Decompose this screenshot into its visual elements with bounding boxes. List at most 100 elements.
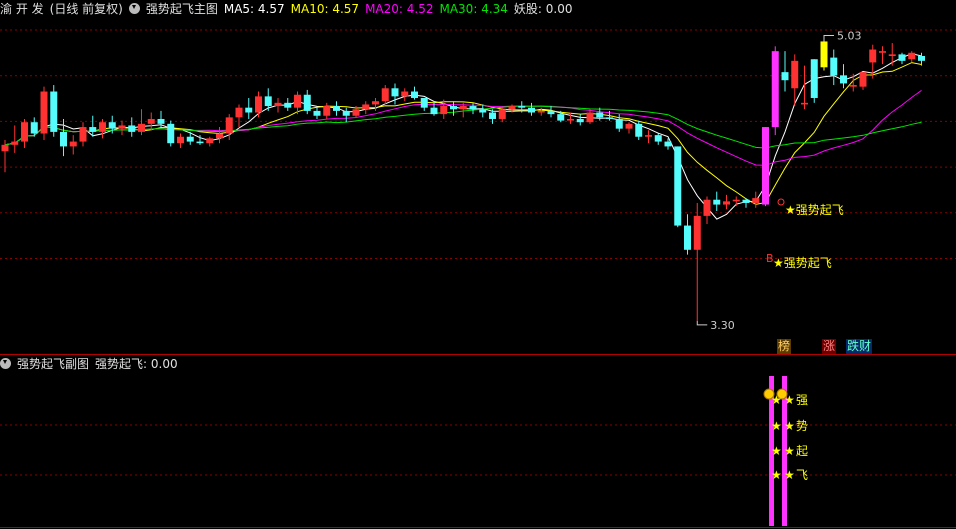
candle-body [537, 110, 545, 113]
star-icon: ★ [771, 393, 782, 407]
sub-label: 飞 [796, 468, 808, 482]
ma5-label: MA5: [223, 2, 255, 16]
candle-body [586, 112, 594, 123]
candle-body [108, 122, 116, 129]
candle-body [69, 141, 77, 147]
candle-body [908, 52, 916, 60]
badge-diecai[interactable]: 跌财 [846, 339, 873, 354]
star-icon: ★ [784, 468, 795, 482]
candle-body [352, 109, 360, 116]
ma5-value: 4.57 [257, 2, 285, 16]
candle-body [177, 136, 184, 144]
candle [567, 112, 574, 124]
candle [781, 51, 789, 92]
sub-pane-header: 强势起飞副图 强势起飞: 0.00 [0, 355, 184, 373]
badge-zhang[interactable]: 涨 [822, 339, 837, 354]
candle [703, 196, 711, 224]
candle-body [791, 60, 799, 89]
candle-body [810, 59, 818, 98]
star-icon: ★ [784, 419, 795, 433]
candle-body [313, 110, 321, 116]
candle [713, 191, 721, 212]
candle-body [255, 96, 262, 113]
candle-body [801, 102, 808, 105]
candle-body [732, 199, 740, 202]
stock-name[interactable]: 渝 开 发 [0, 2, 44, 16]
chevron-down-icon[interactable] [0, 358, 11, 369]
candle-body [167, 123, 175, 144]
candle [255, 91, 262, 118]
candle [381, 85, 389, 105]
candle-body [138, 123, 145, 132]
badge-bang[interactable]: 榜 [777, 339, 792, 354]
candle-body [674, 146, 682, 226]
candle-body [635, 123, 643, 137]
yao-readout: 妖股: 0.00 [514, 2, 573, 16]
candle-body [401, 91, 409, 97]
candle [69, 135, 77, 155]
sub-value: 0.00 [150, 357, 178, 371]
ma10-value: 4.57 [332, 2, 360, 16]
candle-body [79, 127, 87, 142]
candle-body [30, 122, 38, 134]
chevron-down-icon[interactable] [128, 3, 140, 14]
kline-chart[interactable]: 5.033.30★强势起飞★强势起飞B ★ ★ 强★ ★ 势★ ★ 起★ ★ 飞 [0, 0, 956, 529]
ma30-readout: MA30: 4.34 [439, 2, 507, 16]
star-icon: ★ [771, 444, 782, 458]
candle-body [440, 106, 448, 115]
candle [869, 44, 877, 79]
buy-marker: B [766, 252, 774, 265]
sub-indicator-name[interactable]: 强势起飞副图 [17, 357, 89, 371]
candle-body [206, 138, 214, 144]
grid-lines [0, 29, 956, 528]
candle-body [489, 112, 496, 119]
ma10-readout: MA10: 4.57 [291, 2, 359, 16]
candle [654, 133, 662, 145]
candle [771, 46, 779, 136]
candle [742, 198, 750, 208]
candle [479, 104, 487, 118]
main-indicator-name[interactable]: 强势起飞主图 [146, 2, 218, 16]
candle-body [147, 118, 155, 124]
candle-body [703, 199, 711, 216]
candle-body [274, 102, 282, 107]
candle-body [235, 107, 243, 118]
yao-value: 0.00 [545, 2, 573, 16]
candle-body [498, 109, 506, 119]
candle [908, 51, 916, 63]
candle [167, 120, 175, 147]
candle-body [771, 51, 779, 128]
candle [547, 106, 555, 118]
candle-body [323, 106, 331, 116]
candle [879, 46, 886, 65]
candle-body [284, 102, 292, 108]
candle [138, 109, 145, 136]
candle [128, 117, 136, 137]
candle [79, 122, 87, 147]
candle [732, 196, 740, 207]
candle [342, 107, 350, 123]
candle-body [479, 109, 487, 113]
candle [450, 101, 457, 116]
candle-body [888, 54, 896, 56]
star-icon: ★ [784, 393, 795, 407]
main-pane-header: 渝 开 发 (日线 前复权) 强势起飞主图 MA5: 4.57 MA10: 4.57 MA… [0, 0, 579, 18]
candle-body [264, 96, 272, 107]
chart-mode[interactable]: (日线 前复权) [50, 2, 123, 16]
candle-body [391, 88, 399, 97]
candle [21, 118, 28, 149]
candle [206, 136, 214, 147]
candle [820, 41, 828, 71]
candle [898, 52, 906, 65]
candles [1, 41, 925, 321]
ma20-readout: MA20: 4.52 [365, 2, 433, 16]
candle-body [849, 85, 857, 87]
candle [235, 104, 243, 128]
candle [420, 97, 428, 111]
candle [40, 86, 48, 140]
candle-body [528, 107, 535, 113]
candle-body [40, 91, 48, 134]
candle-body [245, 107, 253, 113]
candle [674, 146, 682, 228]
high-marker [823, 34, 834, 42]
